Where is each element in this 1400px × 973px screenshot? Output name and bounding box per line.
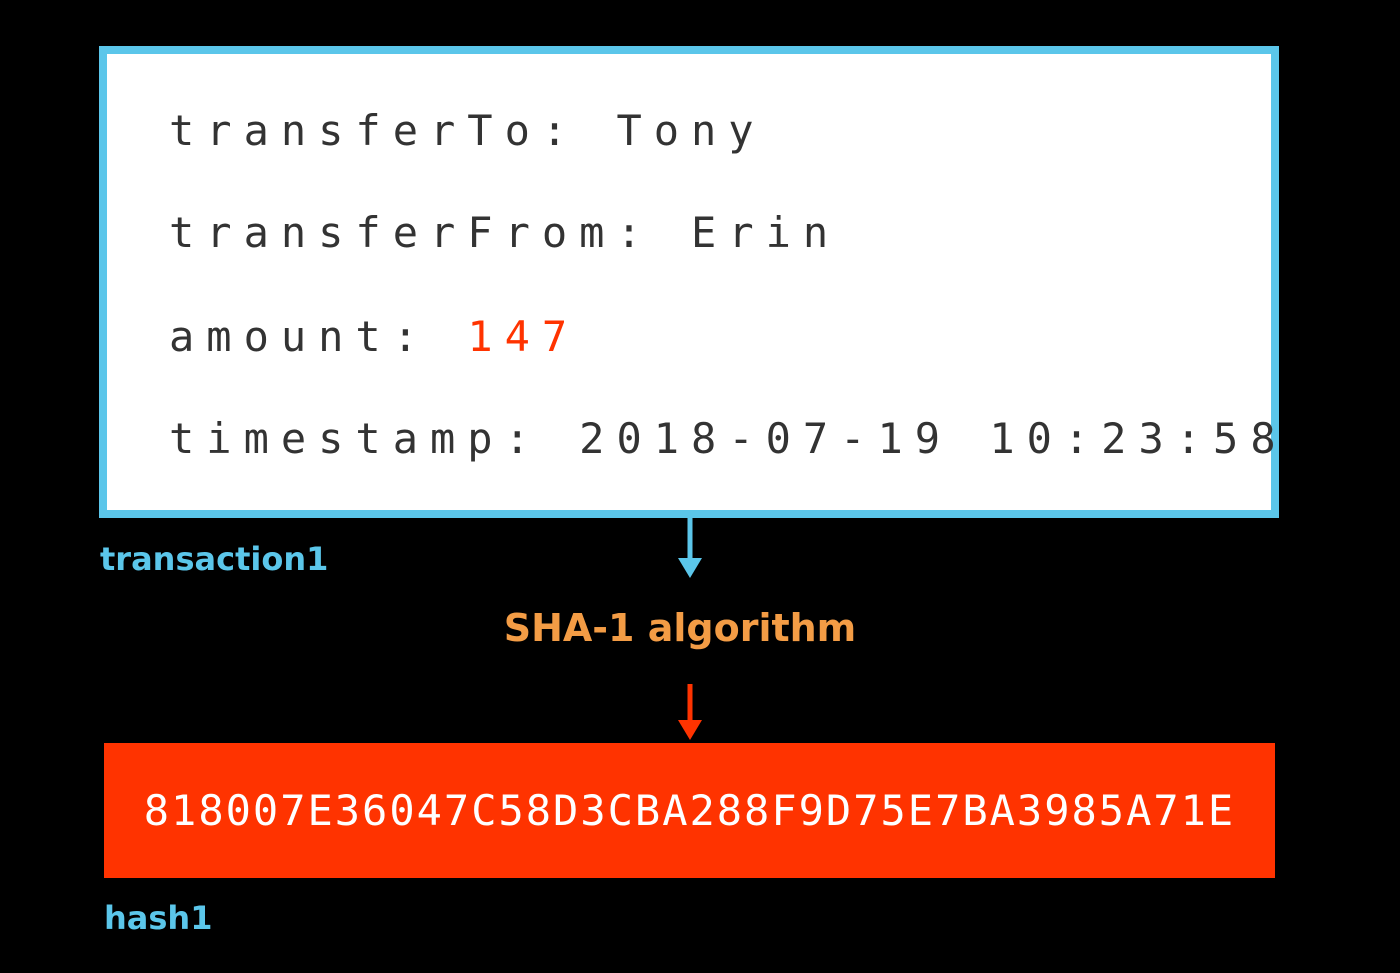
field-value: Erin xyxy=(691,208,841,257)
field-label: timestamp: xyxy=(169,414,542,463)
hash-caption: hash1 xyxy=(104,899,213,937)
field-value: Tony xyxy=(616,106,766,155)
hash-box: 818007E36047C58D3CBA288F9D75E7BA3985A71E xyxy=(104,743,1275,878)
field-transfer-to: transferTo: Tony xyxy=(169,110,766,152)
arrow-down-icon xyxy=(678,518,702,578)
field-value-highlighted: 147 xyxy=(467,312,580,361)
field-value: 2018-07-19 10:23:58 xyxy=(579,414,1288,463)
transaction-caption: transaction1 xyxy=(100,540,329,578)
field-label: transferTo: xyxy=(169,106,580,155)
field-timestamp: timestamp: 2018-07-19 10:23:58 xyxy=(169,418,1288,460)
field-amount: amount: 147 xyxy=(169,316,579,358)
algorithm-label: SHA-1 algorithm xyxy=(503,606,857,650)
hash-value: 818007E36047C58D3CBA288F9D75E7BA3985A71E xyxy=(143,786,1236,835)
field-transfer-from: transferFrom: Erin xyxy=(169,212,840,254)
arrow-down-icon xyxy=(678,684,702,740)
transaction-box: transferTo: Tony transferFrom: Erin amou… xyxy=(99,46,1279,518)
field-label: transferFrom: xyxy=(169,208,654,257)
field-label: amount: xyxy=(169,312,431,361)
